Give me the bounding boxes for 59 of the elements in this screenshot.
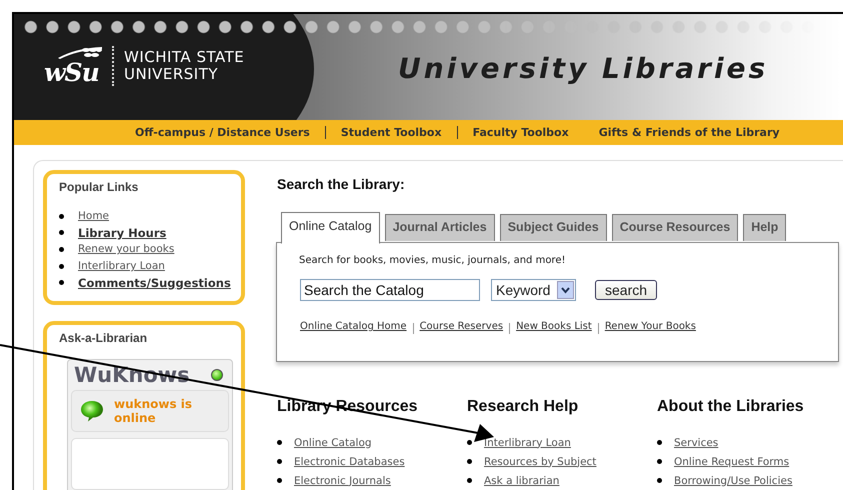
resource-link[interactable]: Ask a librarian [484,472,560,488]
search-tab[interactable]: Subject Guides [500,214,607,241]
sidebar-link[interactable]: Home [78,208,110,224]
search-description: Search for books, movies, music, journals, and more! [299,255,566,266]
nav-link[interactable]: Gifts & Friends of the Library [598,126,780,139]
bullet-icon [657,459,662,464]
card-title: Popular Links [59,180,140,194]
resource-link[interactable]: Borrowing/Use Policies [674,472,792,488]
bullet-icon [59,246,64,252]
bullet-icon [277,478,282,483]
bullet-icon [467,478,472,483]
resource-link[interactable]: Interlibrary Loan [484,434,571,450]
search-field[interactable]: Search the Catalog [300,279,480,301]
resource-link[interactable]: Electronic Journals [294,472,391,488]
nav-link[interactable]: Faculty Toolbox [472,126,569,139]
search-type-dropdown[interactable]: Keyword [491,279,576,301]
bullet-icon [467,440,472,445]
column-heading: Research Help [467,398,580,416]
nav-link[interactable]: Student Toolbox [340,126,442,139]
resource-link[interactable]: Services [674,434,718,450]
section-heading: Search the Library: [277,176,406,192]
sidebar-link[interactable]: Comments/Suggestions [78,274,231,291]
catalog-link[interactable]: Online Catalog Home [300,321,407,334]
bullet-icon [59,214,64,219]
bullet-icon [657,440,662,445]
bullet-icon [59,280,64,286]
speech-bubble-icon [80,400,104,422]
nav-link[interactable]: Off-campus / Distance Users [135,126,310,139]
catalog-link[interactable]: New Books List [516,321,592,334]
wheat-icon [58,46,102,60]
catalog-link[interactable]: Course Reserves [420,321,504,334]
catalog-link[interactable]: Renew Your Books [604,321,696,334]
caret-icon [557,281,574,299]
bullet-icon [467,459,472,464]
chat-input-field[interactable] [71,438,229,490]
university-name: WICHITA STATE [124,49,244,66]
bullet-icon [277,440,282,445]
university-name: UNIVERSITY [124,66,220,83]
resource-link[interactable]: Online Request Forms [674,454,790,470]
search-tab[interactable]: Online Catalog [281,212,380,244]
bullet-icon [59,230,64,236]
sidebar-link[interactable]: Interlibrary Loan [78,258,165,274]
sidebar-link[interactable]: Renew your books [78,241,174,258]
logo-text: wSu [44,60,99,86]
search-tab[interactable]: Course Resources [612,214,738,241]
bullet-icon [277,459,282,464]
banner-title: University Libraries [398,52,768,85]
chat-status: wuknows is online [114,396,194,425]
column-heading: About the Libraries [657,398,805,416]
resource-link[interactable]: Online Catalog [294,434,372,450]
bullet-icon [59,264,64,269]
card-title: Ask-a-Librarian [59,330,148,345]
resource-link[interactable]: Electronic Databases [294,454,405,470]
search-tab[interactable]: Help [743,214,786,241]
search-tab[interactable]: Journal Articles [384,214,495,241]
sidebar-link[interactable]: Library Hours [78,224,166,241]
resource-link[interactable]: Resources by Subject [484,454,596,470]
search-button[interactable]: search [595,280,658,300]
bullet-icon [657,478,662,483]
